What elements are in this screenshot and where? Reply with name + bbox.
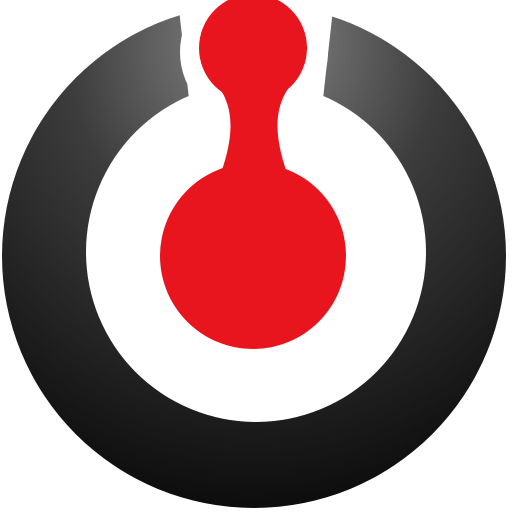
figure-body <box>160 163 346 349</box>
ring-with-red-figure-logo-icon <box>2 0 506 508</box>
app-icon-canvas <box>0 0 512 512</box>
